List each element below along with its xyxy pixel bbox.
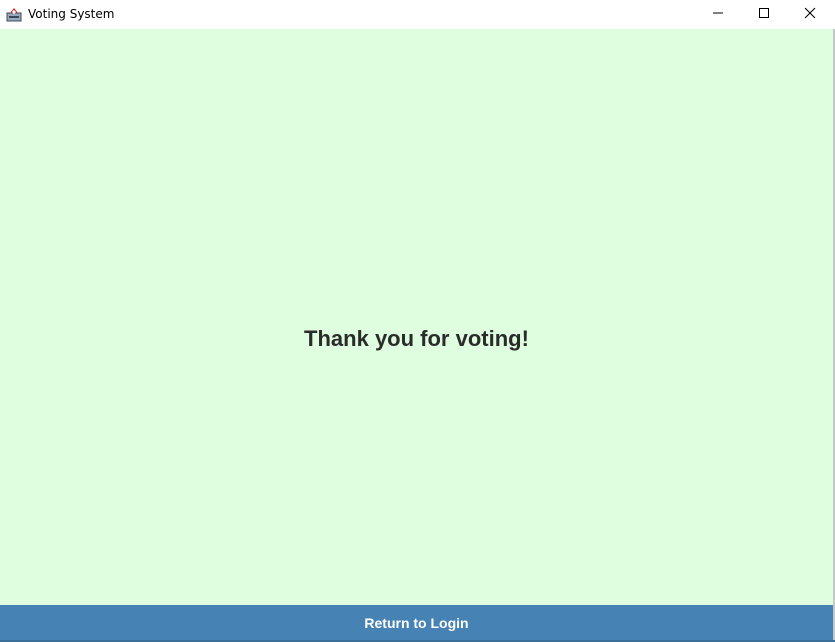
return-to-login-button[interactable]: Return to Login xyxy=(0,605,833,640)
minimize-button[interactable] xyxy=(695,0,741,29)
maximize-button[interactable] xyxy=(741,0,787,29)
maximize-icon xyxy=(758,6,770,24)
java-app-icon xyxy=(6,6,22,22)
window-title: Voting System xyxy=(28,7,115,21)
title-bar[interactable]: Voting System xyxy=(0,0,835,29)
close-button[interactable] xyxy=(787,0,833,29)
minimize-icon xyxy=(712,6,724,24)
content-panel: Thank you for voting! xyxy=(0,29,833,605)
thank-you-message: Thank you for voting! xyxy=(304,326,529,351)
close-icon xyxy=(804,6,816,24)
app-window: Voting System Thank you for voting! Retu… xyxy=(0,0,835,642)
